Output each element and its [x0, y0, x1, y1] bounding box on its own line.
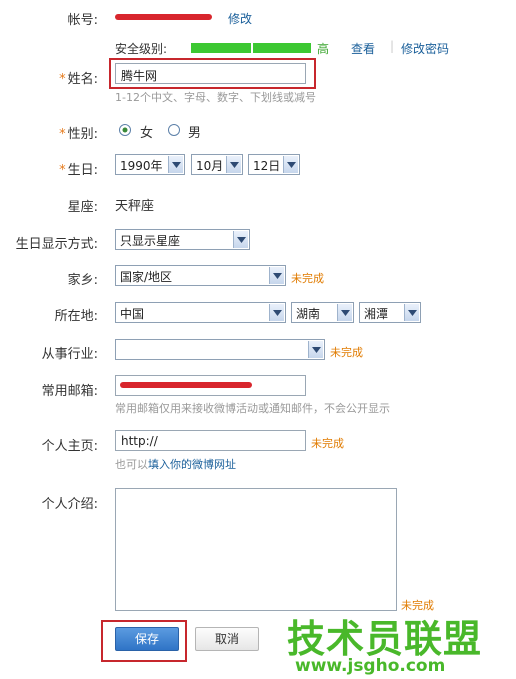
email-hint: 常用邮箱仅用来接收微博活动或通知邮件，不会公开显示: [115, 402, 390, 415]
chevron-down-icon: [269, 304, 284, 321]
email-redaction: [120, 382, 252, 388]
zodiac-label: 星座:: [67, 200, 98, 215]
chevron-down-icon: [233, 231, 248, 248]
hometown-label: 家乡:: [67, 273, 98, 288]
location-country-value: 中国: [120, 307, 145, 321]
gender-male-radio[interactable]: [167, 123, 181, 137]
intro-textarea[interactable]: [115, 488, 397, 611]
gender-female-label: 女: [140, 126, 154, 141]
fill-weibo-url-link[interactable]: 填入你的微博网址: [148, 458, 236, 471]
birthday-display-value: 只显示星座: [120, 234, 181, 248]
location-province-value: 湖南: [296, 307, 321, 321]
birth-month-select[interactable]: 10月: [191, 154, 243, 175]
chevron-down-icon: [283, 156, 298, 173]
homepage-hint: 也可以填入你的微博网址: [115, 456, 236, 472]
name-hint: 1-12个中文、字母、数字、下划线或减号: [115, 91, 316, 104]
chevron-down-icon: [168, 156, 183, 173]
location-country-select[interactable]: 中国: [115, 302, 286, 323]
watermark-title: 技术员联盟: [287, 617, 483, 661]
required-star: *: [59, 72, 66, 87]
name-label: * 姓名:: [59, 72, 98, 87]
location-province-select[interactable]: 湖南: [291, 302, 354, 323]
security-label: 安全级别:: [115, 42, 168, 56]
hometown-status: 未完成: [291, 272, 324, 285]
security-level-bar: [191, 43, 311, 53]
birth-day-select[interactable]: 12日: [248, 154, 300, 175]
change-password-link[interactable]: 修改密码: [401, 40, 449, 57]
intro-label: 个人介绍:: [41, 497, 98, 512]
location-label: 所在地:: [54, 309, 98, 324]
birth-year-select[interactable]: 1990年: [115, 154, 185, 175]
location-city-select[interactable]: 湘潭: [359, 302, 421, 323]
chevron-down-icon: [269, 267, 284, 284]
gender-female-radio[interactable]: [118, 123, 132, 137]
hometown-value: 国家/地区: [120, 270, 173, 284]
location-city-value: 湘潭: [364, 307, 389, 321]
chevron-down-icon: [308, 341, 323, 358]
edit-account-link[interactable]: 修改: [228, 10, 252, 27]
required-star: *: [59, 163, 66, 178]
required-star: *: [59, 127, 66, 142]
homepage-label: 个人主页:: [41, 439, 98, 454]
birth-month-value: 10月: [196, 159, 224, 173]
birth-year-value: 1990年: [120, 159, 163, 173]
separator: |: [390, 39, 395, 53]
zodiac-value: 天秤座: [115, 199, 155, 214]
industry-status: 未完成: [330, 346, 363, 359]
birth-day-value: 12日: [253, 159, 281, 173]
birthday-display-label: 生日显示方式:: [15, 237, 98, 252]
chevron-down-icon: [226, 156, 241, 173]
account-value-redacted: [115, 12, 212, 22]
birthday-display-select[interactable]: 只显示星座: [115, 229, 250, 250]
email-input[interactable]: [115, 375, 306, 396]
homepage-hint-prefix: 也可以: [115, 458, 148, 471]
homepage-status: 未完成: [311, 437, 344, 450]
gender-male-label: 男: [188, 126, 202, 141]
homepage-input[interactable]: http://: [115, 430, 306, 451]
gender-label: * 性别:: [59, 127, 98, 142]
name-input[interactable]: 腾牛网: [115, 63, 306, 84]
watermark-url: www.jsgho.com: [295, 656, 446, 676]
email-label: 常用邮箱:: [41, 384, 98, 399]
birthday-label: * 生日:: [59, 163, 98, 178]
security-level-text: 高: [317, 42, 330, 56]
industry-label: 从事行业:: [41, 347, 98, 362]
cancel-button[interactable]: 取消: [195, 627, 259, 651]
chevron-down-icon: [337, 304, 352, 321]
account-label: 帐号:: [67, 13, 98, 28]
hometown-select[interactable]: 国家/地区: [115, 265, 286, 286]
save-button[interactable]: 保存: [115, 627, 179, 651]
industry-select[interactable]: [115, 339, 325, 360]
chevron-down-icon: [404, 304, 419, 321]
view-security-link[interactable]: 查看: [351, 40, 375, 57]
